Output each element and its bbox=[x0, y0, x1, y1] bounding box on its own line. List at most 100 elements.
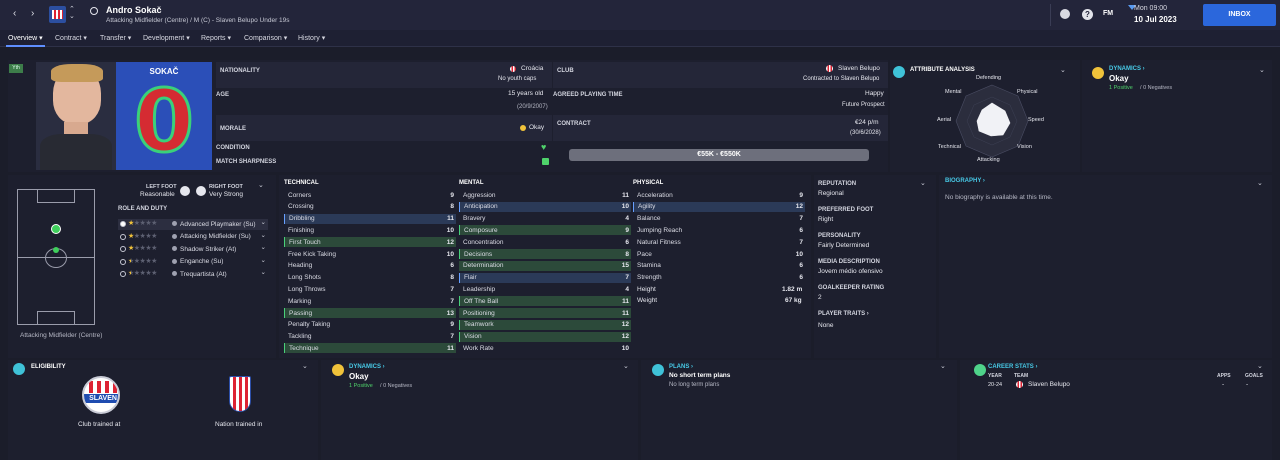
pitch bbox=[17, 189, 95, 325]
mental-attr-row[interactable]: Teamwork 12 bbox=[459, 319, 631, 330]
technical-attr-row[interactable]: Dribbling 11 bbox=[284, 213, 456, 224]
info-icon[interactable] bbox=[172, 221, 177, 226]
chevron-down-icon[interactable]: ⌄ bbox=[1257, 179, 1263, 187]
dynamics-negatives: / 0 Negatives bbox=[1140, 85, 1173, 91]
mental-attr-row[interactable]: Concentration 6 bbox=[459, 237, 631, 247]
physical-attr-row[interactable]: Stamina 6 bbox=[633, 261, 805, 271]
technical-attr-row[interactable]: Finishing 10 bbox=[284, 225, 456, 235]
technical-attr-row[interactable]: Free Kick Taking 10 bbox=[284, 249, 456, 259]
chevron-down-icon[interactable]: ⌄ bbox=[302, 362, 308, 370]
technical-attr-row[interactable]: Corners 9 bbox=[284, 190, 456, 200]
mental-attr-name: Aggression bbox=[463, 191, 496, 199]
role-name: Attacking Midfielder (Su) bbox=[180, 233, 251, 240]
career-title[interactable]: CAREER STATS › bbox=[988, 364, 1037, 370]
chevron-down-icon[interactable]: ⌄ bbox=[261, 231, 266, 239]
tab-comparison[interactable]: Comparison ▾ bbox=[244, 34, 287, 42]
physical-attr-row[interactable]: Pace 10 bbox=[633, 249, 805, 259]
physical-attr-row[interactable]: Acceleration 9 bbox=[633, 190, 805, 200]
chevron-down-icon[interactable]: ⌄ bbox=[1257, 362, 1263, 370]
tab-transfer[interactable]: Transfer ▾ bbox=[100, 34, 131, 42]
mental-attr-row[interactable]: Composure 9 bbox=[459, 225, 631, 236]
biography-title[interactable]: BIOGRAPHY › bbox=[945, 178, 985, 184]
chevron-down-icon[interactable]: ⌄ bbox=[258, 181, 264, 189]
info-icon[interactable] bbox=[172, 233, 177, 239]
role-radio[interactable] bbox=[120, 221, 126, 227]
fm-logo[interactable]: FM bbox=[1103, 10, 1113, 17]
technical-attr-row[interactable]: Long Throws 7 bbox=[284, 284, 456, 294]
plans-title[interactable]: PLANS › bbox=[669, 364, 693, 370]
chevron-down-icon[interactable]: ⌄ bbox=[1060, 66, 1066, 74]
personality-label: PERSONALITY bbox=[818, 233, 861, 239]
tab-history[interactable]: History ▾ bbox=[298, 34, 325, 42]
mental-attr-row[interactable]: Positioning 11 bbox=[459, 308, 631, 318]
role-item[interactable]: ★★★★★ Shadow Striker (At) ⌄ bbox=[118, 244, 268, 255]
career-team[interactable]: Slaven Belupo bbox=[1028, 381, 1070, 388]
help-icon[interactable]: ? bbox=[1082, 9, 1093, 20]
role-radio[interactable] bbox=[120, 258, 126, 265]
mental-attr-row[interactable]: Work Rate 10 bbox=[459, 343, 631, 353]
value-bar[interactable]: €55K - €550K bbox=[569, 149, 869, 161]
role-item[interactable]: ★★★★★ Advanced Playmaker (Su) ⌄ bbox=[118, 219, 268, 230]
tab-reports[interactable]: Reports ▾ bbox=[201, 34, 231, 42]
role-radio[interactable] bbox=[120, 246, 126, 252]
info-icon[interactable] bbox=[172, 258, 177, 264]
technical-attr-row[interactable]: Marking 7 bbox=[284, 296, 456, 306]
role-item[interactable]: ★★★★★ Attacking Midfielder (Su) ⌄ bbox=[118, 232, 268, 243]
mental-attr-row[interactable]: Anticipation 10 bbox=[459, 201, 631, 212]
chevron-down-icon[interactable]: ⌄ bbox=[623, 362, 629, 370]
physical-attr-row[interactable]: Jumping Reach 6 bbox=[633, 225, 805, 235]
role-item[interactable]: ★★★★★ Trequartista (At) ⌄ bbox=[118, 269, 268, 280]
mental-attr-row[interactable]: Leadership 4 bbox=[459, 284, 631, 294]
mental-attr-row[interactable]: Decisions 8 bbox=[459, 249, 631, 259]
mental-attr-row[interactable]: Vision 12 bbox=[459, 331, 631, 342]
physical-attr-row[interactable]: Agility 12 bbox=[633, 201, 805, 212]
role-item[interactable]: ★★★★★ Enganche (Su) ⌄ bbox=[118, 257, 268, 268]
technical-attr-row[interactable]: Long Shots 8 bbox=[284, 273, 456, 283]
radar-mental: Mental bbox=[945, 89, 962, 95]
person-icon[interactable] bbox=[1060, 9, 1070, 19]
technical-attr-row[interactable]: Heading 6 bbox=[284, 261, 456, 271]
mental-attr-row[interactable]: Bravery 4 bbox=[459, 214, 631, 224]
dynamics-title[interactable]: DYNAMICS › bbox=[1109, 66, 1145, 72]
search-icon[interactable] bbox=[90, 7, 98, 15]
inbox-button[interactable]: INBOX bbox=[1203, 4, 1276, 26]
chevron-down-icon[interactable]: ⌄ bbox=[1259, 66, 1265, 74]
info-icon[interactable] bbox=[172, 246, 177, 251]
chevron-down-icon[interactable]: ⌄ bbox=[261, 268, 266, 276]
mental-attr-row[interactable]: Flair 7 bbox=[459, 272, 631, 283]
technical-attr-name: Technique bbox=[289, 344, 319, 352]
technical-attr-row[interactable]: First Touch 12 bbox=[284, 237, 456, 248]
chevron-down-icon[interactable]: ⌄ bbox=[261, 218, 266, 226]
chevron-down-icon[interactable]: ⌄ bbox=[261, 256, 266, 264]
tab-contract[interactable]: Contract ▾ bbox=[55, 34, 87, 42]
chevron-down-icon[interactable]: ⌄ bbox=[261, 243, 266, 251]
mental-attr-row[interactable]: Aggression 11 bbox=[459, 190, 631, 200]
role-radio[interactable] bbox=[120, 271, 126, 277]
club-crest-icon[interactable] bbox=[49, 6, 66, 23]
technical-attr-row[interactable]: Technique 11 bbox=[284, 343, 456, 354]
physical-attr-row[interactable]: Strength 6 bbox=[633, 273, 805, 283]
dynamics-title[interactable]: DYNAMICS › bbox=[349, 364, 385, 370]
technical-attr-row[interactable]: Penalty Taking 9 bbox=[284, 320, 456, 330]
player-traits-label[interactable]: PLAYER TRAITS › bbox=[818, 311, 869, 317]
role-radio[interactable] bbox=[120, 233, 126, 240]
tab-overview[interactable]: Overview ▾ bbox=[6, 34, 45, 47]
mental-attr-row[interactable]: Determination 15 bbox=[459, 260, 631, 271]
technical-attr-name: Marking bbox=[288, 297, 312, 305]
info-icon[interactable] bbox=[172, 271, 177, 276]
mental-attr-row[interactable]: Off The Ball 11 bbox=[459, 296, 631, 307]
technical-attr-row[interactable]: Tackling 7 bbox=[284, 332, 456, 342]
physical-attr-name: Pace bbox=[637, 250, 652, 258]
forward-icon[interactable]: › bbox=[31, 8, 34, 19]
chevron-down-icon[interactable]: ⌄ bbox=[920, 179, 926, 187]
nationality-value[interactable]: Croácia bbox=[521, 65, 543, 72]
back-icon[interactable]: ‹ bbox=[13, 8, 16, 19]
chevron-down-icon[interactable]: ⌄ bbox=[940, 362, 946, 370]
physical-attr-row[interactable]: Natural Fitness 7 bbox=[633, 237, 805, 247]
physical-attr-row[interactable]: Balance 7 bbox=[633, 214, 805, 224]
squad-switch-icon[interactable]: ⌃ ⌄ bbox=[69, 6, 75, 20]
club-value[interactable]: Slaven Belupo bbox=[838, 65, 880, 72]
tab-development[interactable]: Development ▾ bbox=[143, 34, 190, 42]
technical-attr-row[interactable]: Passing 13 bbox=[284, 308, 456, 318]
technical-attr-row[interactable]: Crossing 8 bbox=[284, 202, 456, 212]
